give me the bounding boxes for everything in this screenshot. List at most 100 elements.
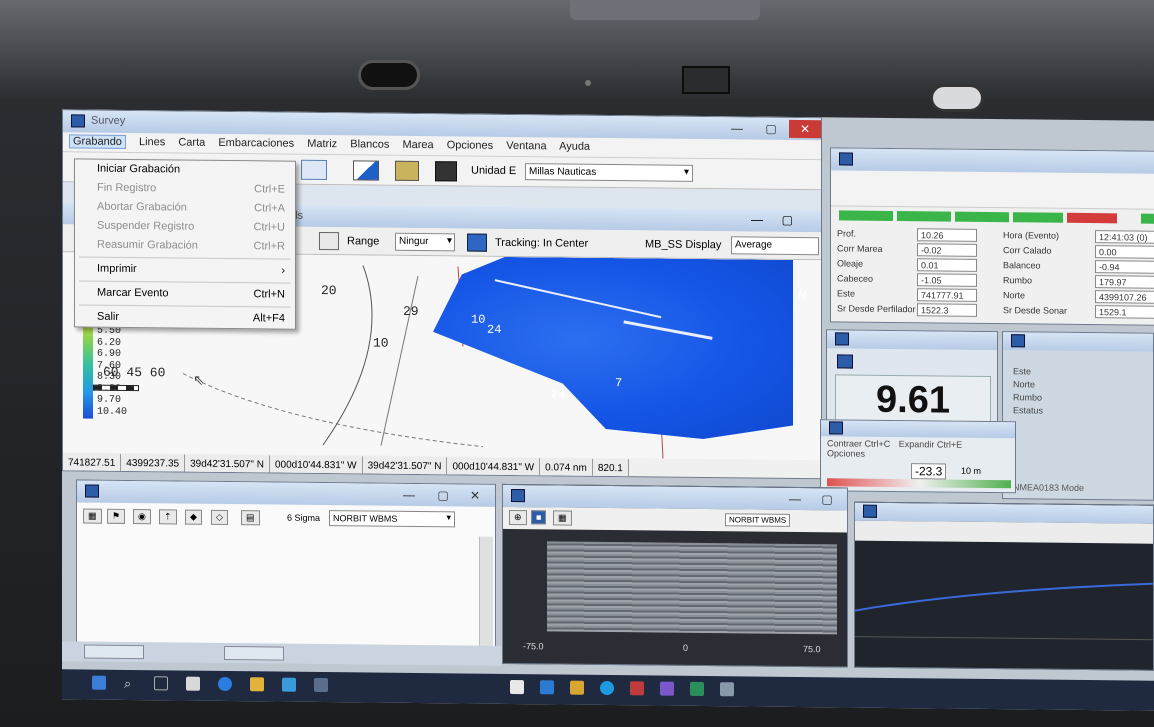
menu-opciones[interactable]: Opciones [447, 139, 493, 151]
sidescan-maximize-button[interactable]: ▢ [427, 486, 459, 504]
maximize-button[interactable]: ▢ [755, 120, 787, 138]
menu-item-label: Salir [97, 310, 120, 323]
taskbar-app-10[interactable] [690, 681, 704, 697]
waterfall-tool-1[interactable]: ⊕ [509, 509, 527, 526]
menu-item-shortcut: Ctrl+R [253, 240, 285, 253]
taskbar-app-5[interactable] [540, 680, 554, 695]
taskbar-app-7[interactable] [600, 680, 614, 696]
taskbar-app-4[interactable] [510, 679, 524, 695]
explorer-icon[interactable] [250, 677, 264, 692]
menu-item[interactable]: Iniciar Grabación [75, 159, 295, 180]
menu-item[interactable]: Reasumir Grabación Ctrl+R [75, 235, 295, 256]
taskbar-app-8[interactable] [630, 681, 644, 696]
upload-icon[interactable]: ⇡ [159, 509, 177, 525]
waterfall-tool-3[interactable]: ▦ [553, 510, 572, 526]
measure-icon[interactable]: ◆ [185, 509, 202, 525]
minimized-window-2[interactable] [224, 645, 284, 661]
info-field-label: Norte [1003, 290, 1026, 301]
menu-ventana[interactable]: Ventana [506, 140, 546, 152]
depth-settings-icon[interactable] [837, 354, 853, 369]
depth-readout: 9.61 [876, 378, 950, 422]
waterfall-tool-2[interactable]: ■ [531, 510, 547, 525]
toolbar-boat-icon[interactable] [395, 160, 419, 182]
search-icon[interactable]: ⌕ [124, 676, 138, 691]
info-field-label: Corr Calado [1003, 245, 1052, 256]
taskbar-app-3[interactable] [314, 677, 328, 693]
light-green-4 [1013, 212, 1063, 223]
menu-item[interactable]: Fin Registro Ctrl+E [75, 178, 295, 199]
sidescan-minimize-button[interactable]: — [393, 486, 425, 504]
sidescan-device-select[interactable]: NORBIT WBMS ▾ [329, 510, 455, 528]
menu-item[interactable]: Abortar Grabación Ctrl+A [75, 197, 295, 218]
units-label: Unidad E [471, 164, 517, 178]
map-maximize-button[interactable]: ▢ [782, 213, 793, 227]
menu-opciones-ind[interactable]: Opciones [827, 448, 962, 459]
menu-embarcaciones[interactable]: Embarcaciones [218, 137, 294, 150]
map-label-10b: 10 [471, 312, 486, 327]
menu-item-shortcut: Ctrl+U [253, 221, 285, 234]
menu-item-label: Imprimir [97, 262, 137, 276]
menu-blancos[interactable]: Blancos [350, 138, 389, 150]
indicator-menu: Contraer Ctrl+C Expandir Ctrl+E Opciones [827, 438, 962, 459]
shape-icon[interactable]: ◇ [211, 509, 228, 526]
browser-icon[interactable] [218, 676, 232, 692]
status-cell: 0.074 nm [539, 458, 593, 477]
menu-carta[interactable]: Carta [178, 137, 205, 149]
menu-item[interactable]: Marcar Evento Ctrl+N [75, 283, 295, 304]
sidescan-tool-1[interactable]: ▦ [83, 508, 102, 524]
camera-icon[interactable]: ◉ [133, 509, 151, 525]
taskbar-app-1[interactable] [186, 676, 200, 691]
waterfall-toolbar: ⊕ ■ ▦ NORBIT WBMS [503, 506, 848, 533]
app-icon [71, 114, 85, 128]
info-field: Sr Desde Sonar 1529.1 [1003, 305, 1154, 319]
grid-icon[interactable]: ▤ [241, 510, 260, 526]
map-minimize-button[interactable]: — [751, 212, 763, 226]
sidescan-scrollbar[interactable] [479, 536, 493, 657]
close-button[interactable]: ✕ [789, 119, 821, 139]
info-field-label: Rumbo [1003, 275, 1033, 286]
range-select[interactable]: Ningur ▾ [395, 232, 455, 252]
menu-item[interactable]: Imprimir › [75, 259, 295, 280]
menu-item[interactable]: Salir Alt+F4 [75, 307, 295, 328]
task-view-icon[interactable] [154, 676, 168, 691]
units-select[interactable]: Millas Nauticas ▾ [525, 163, 693, 182]
info-field-value: -0.02 [917, 243, 977, 257]
minimize-button[interactable]: — [721, 119, 753, 137]
tracking-icon[interactable] [467, 233, 487, 252]
app-icon [85, 484, 99, 498]
info-field: Hora (Evento) 12:41:03 (0) [1003, 230, 1154, 244]
sidescan-close-button[interactable]: ✕ [459, 486, 491, 504]
taskbar-app-6[interactable] [570, 680, 584, 695]
toolbar-triangle-icon[interactable] [353, 160, 379, 181]
waterfall-device: NORBIT WBMS [725, 513, 791, 527]
menu-grabando[interactable]: Grabando [69, 134, 126, 149]
status-cell: 000d10'44.831" W [446, 457, 540, 477]
taskbar-app-11[interactable] [720, 682, 734, 697]
start-button[interactable] [92, 675, 106, 690]
menu-ayuda[interactable]: Ayuda [559, 140, 590, 152]
taskbar-app-9[interactable] [660, 681, 674, 696]
menu-item[interactable]: Suspender Registro Ctrl+U [75, 216, 295, 237]
contour-dashed [182, 373, 484, 448]
map-label-scale: 60 45 60 [103, 364, 166, 381]
info-field-label: Prof. [837, 228, 857, 239]
flag-icon[interactable]: ⚑ [107, 508, 126, 524]
menu-item-label: Suspender Registro [97, 219, 195, 233]
taskbar-app-2[interactable] [282, 677, 296, 692]
waterfall-maximize-button[interactable]: ▢ [811, 490, 843, 508]
menu-lines[interactable]: Lines [139, 136, 165, 148]
menu-matriz[interactable]: Matriz [307, 138, 337, 150]
waterfall-minimize-button[interactable]: — [779, 490, 811, 508]
minimized-window-1[interactable] [84, 644, 144, 660]
menu-marea[interactable]: Marea [402, 139, 433, 151]
map-tool-icon[interactable] [319, 231, 339, 251]
display-select[interactable]: Average [731, 236, 819, 256]
profile-window [854, 501, 1154, 671]
menu-expandir[interactable]: Expandir Ctrl+E [899, 439, 962, 450]
toolbar-wave-icon[interactable] [301, 159, 327, 181]
waterfall-tick-right: 75.0 [803, 644, 821, 655]
info-field-value: 1529.1 [1095, 305, 1154, 319]
status-cell: 39d42'31.507" N [362, 456, 447, 476]
toolbar-chart-icon[interactable] [435, 161, 457, 182]
menu-contraer[interactable]: Contraer Ctrl+C [827, 438, 890, 449]
